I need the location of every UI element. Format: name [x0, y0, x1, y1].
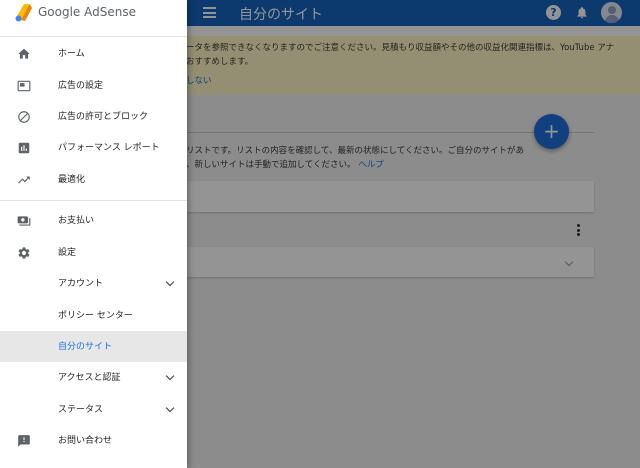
- sidebar-item-label: 広告の設定: [58, 81, 104, 91]
- bar-chart-icon: [18, 142, 30, 154]
- navigation-drawer: Google AdSense ホーム 広告の設定 広告の許可とブロック パフォー…: [0, 0, 187, 468]
- sidebar-item-label: 自分のサイト: [58, 342, 113, 352]
- sidebar-item-label: ステータス: [58, 405, 104, 415]
- trending-up-icon: [18, 176, 30, 184]
- brand-name: Google AdSense: [38, 5, 136, 19]
- sidebar-item-label: お問い合わせ: [58, 436, 113, 446]
- sidebar-item-account[interactable]: アカウント: [0, 268, 187, 299]
- sidebar-item-access-authorization[interactable]: アクセスと認証: [0, 362, 187, 393]
- sidebar-item-my-sites[interactable]: 自分のサイト: [0, 331, 187, 362]
- sidebar-item-label: ポリシー センター: [58, 311, 133, 321]
- sidebar-item-performance-report[interactable]: パフォーマンス レポート: [0, 132, 187, 163]
- sidebar-item-label: 最適化: [58, 175, 86, 185]
- sidebar-item-contact[interactable]: お問い合わせ: [0, 425, 187, 456]
- sidebar-item-label: アカウント: [58, 279, 104, 289]
- block-icon: [18, 111, 30, 123]
- sidebar-item-optimization[interactable]: 最適化: [0, 164, 187, 195]
- adsense-logo-icon: [15, 4, 32, 22]
- chevron-down-icon: [165, 277, 175, 287]
- sidebar-item-settings[interactable]: 設定: [0, 237, 187, 268]
- sidebar-item-policy-center[interactable]: ポリシー センター: [0, 300, 187, 331]
- drawer-divider: [0, 200, 187, 201]
- chevron-down-icon: [165, 371, 175, 381]
- sidebar-item-status[interactable]: ステータス: [0, 394, 187, 425]
- sidebar-item-label: ホーム: [58, 49, 85, 59]
- sidebar-item-allow-block[interactable]: 広告の許可とブロック: [0, 101, 187, 132]
- gear-icon: [18, 247, 30, 259]
- chevron-down-icon: [165, 403, 175, 413]
- drawer-divider: [0, 36, 187, 37]
- feedback-icon: [18, 435, 30, 447]
- sidebar-item-ad-settings[interactable]: 広告の設定: [0, 70, 187, 101]
- sidebar-item-label: お支払い: [58, 216, 95, 226]
- home-icon: [18, 48, 30, 59]
- sidebar-item-payments[interactable]: お支払い: [0, 205, 187, 236]
- payments-icon: [17, 216, 31, 226]
- sidebar-item-label: パフォーマンス レポート: [58, 143, 160, 153]
- ad-settings-icon: [17, 80, 31, 92]
- sidebar-item-label: アクセスと認証: [58, 373, 121, 383]
- sidebar-item-label: 広告の許可とブロック: [58, 112, 149, 122]
- sidebar-item-label: 設定: [58, 248, 77, 258]
- sidebar-item-home[interactable]: ホーム: [0, 38, 187, 69]
